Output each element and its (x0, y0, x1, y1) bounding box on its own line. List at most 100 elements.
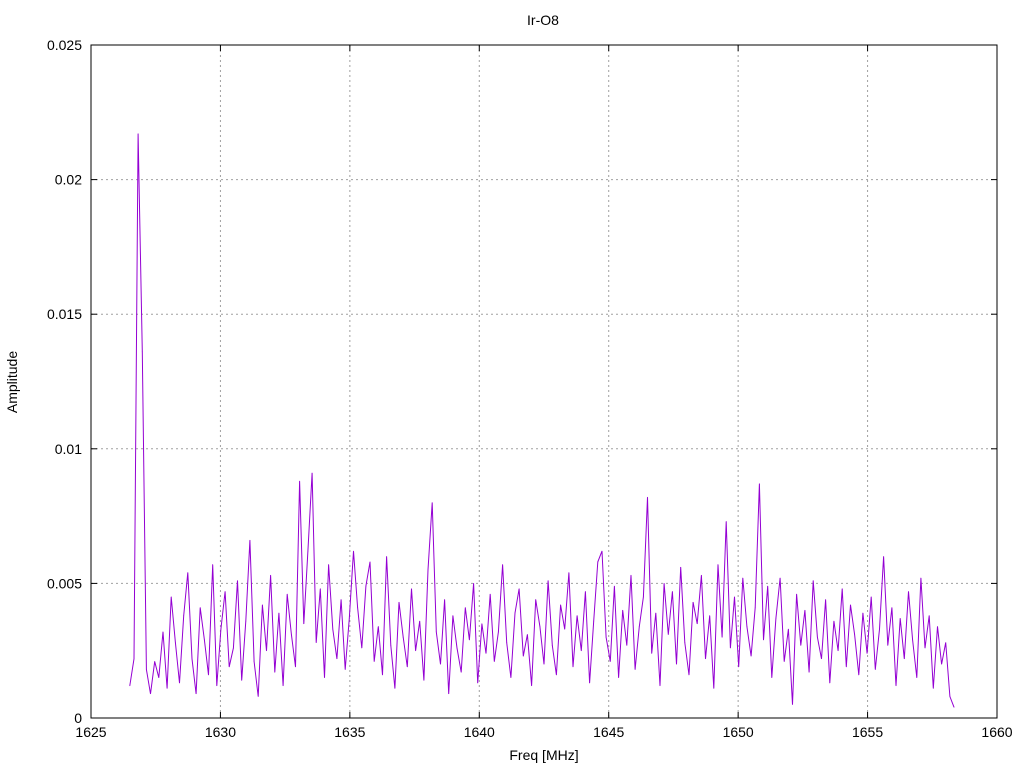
data-point (319, 588, 321, 590)
data-point (377, 626, 379, 627)
data-point (833, 620, 835, 622)
data-point (841, 588, 843, 590)
data-point (137, 133, 139, 135)
y-tick-label: 0 (74, 710, 82, 726)
data-point (692, 601, 694, 603)
data-point (261, 604, 263, 606)
data-point (506, 642, 508, 644)
data-point (891, 607, 893, 609)
data-point (932, 687, 934, 689)
data-point (854, 634, 856, 635)
x-tick-label: 1625 (75, 724, 106, 740)
data-point (402, 636, 404, 638)
data-point (179, 682, 180, 684)
data-point (373, 661, 375, 662)
data-point (688, 674, 690, 676)
data-point (663, 583, 665, 584)
data-point (452, 615, 454, 617)
data-point (539, 626, 541, 627)
data-point (324, 677, 325, 679)
data-point (597, 561, 599, 563)
data-point (684, 642, 686, 644)
data-point (166, 687, 168, 689)
data-point (634, 669, 636, 670)
y-tick-label: 0.02 (55, 172, 82, 188)
data-point (949, 696, 951, 697)
data-point (253, 661, 255, 662)
data-point (705, 658, 706, 660)
data-point (787, 628, 789, 630)
data-point (754, 607, 756, 609)
x-tick-label: 1645 (593, 724, 624, 740)
data-point (522, 655, 524, 657)
data-point (435, 631, 437, 633)
data-point (237, 580, 238, 582)
data-point (887, 644, 889, 646)
x-tick-label: 1630 (205, 724, 236, 740)
y-tick-label: 0.01 (55, 441, 82, 457)
data-point (837, 650, 839, 652)
data-point (311, 472, 313, 474)
data-point (174, 642, 176, 644)
data-point (369, 561, 371, 563)
data-point (812, 580, 814, 582)
data-point (278, 612, 280, 614)
data-point (626, 644, 628, 646)
data-point (415, 650, 417, 652)
data-point (299, 480, 301, 482)
data-point (353, 550, 354, 552)
x-tick-label: 1650 (723, 724, 754, 740)
data-point (145, 669, 147, 670)
data-point (551, 644, 553, 646)
data-point (208, 674, 209, 676)
data-point (895, 685, 897, 687)
data-point (725, 521, 727, 522)
data-point (150, 693, 151, 695)
data-point (676, 663, 677, 665)
data-point (945, 642, 947, 644)
x-tick-label: 1660 (981, 724, 1012, 740)
plot-lines (129, 133, 955, 708)
data-point (742, 577, 744, 579)
data-point (199, 607, 201, 609)
x-tick-label: 1655 (852, 724, 883, 740)
data-point (721, 636, 723, 638)
data-point (700, 574, 702, 576)
data-point (195, 693, 197, 695)
data-point (224, 591, 226, 592)
data-point (924, 647, 926, 649)
data-point (365, 585, 367, 587)
data-point (734, 596, 735, 598)
data-point (767, 585, 769, 587)
data-point (286, 593, 288, 595)
data-point (485, 652, 487, 654)
data-point (605, 636, 607, 638)
data-point (800, 644, 802, 646)
data-point (444, 599, 445, 600)
data-point (643, 596, 644, 598)
data-point (328, 564, 330, 565)
data-point (423, 679, 425, 681)
data-point (775, 617, 777, 619)
data-point (585, 591, 586, 592)
data-point (411, 588, 412, 590)
data-point (162, 631, 164, 633)
y-tick-label: 0.005 (47, 575, 82, 591)
data-point (568, 572, 570, 574)
data-point (746, 626, 748, 627)
data-point (870, 596, 872, 598)
x-tick-label: 1640 (464, 724, 495, 740)
data-point (696, 623, 698, 625)
data-point (241, 679, 243, 681)
data-point (576, 615, 578, 617)
y-tick-label: 0.015 (47, 306, 82, 322)
data-point (593, 620, 595, 622)
data-point (771, 677, 773, 679)
data-point (245, 620, 247, 622)
data-point (386, 556, 388, 557)
data-point (729, 647, 731, 649)
data-point (502, 564, 503, 565)
data-point (829, 682, 831, 684)
data-point (879, 628, 880, 630)
data-point (850, 604, 851, 606)
